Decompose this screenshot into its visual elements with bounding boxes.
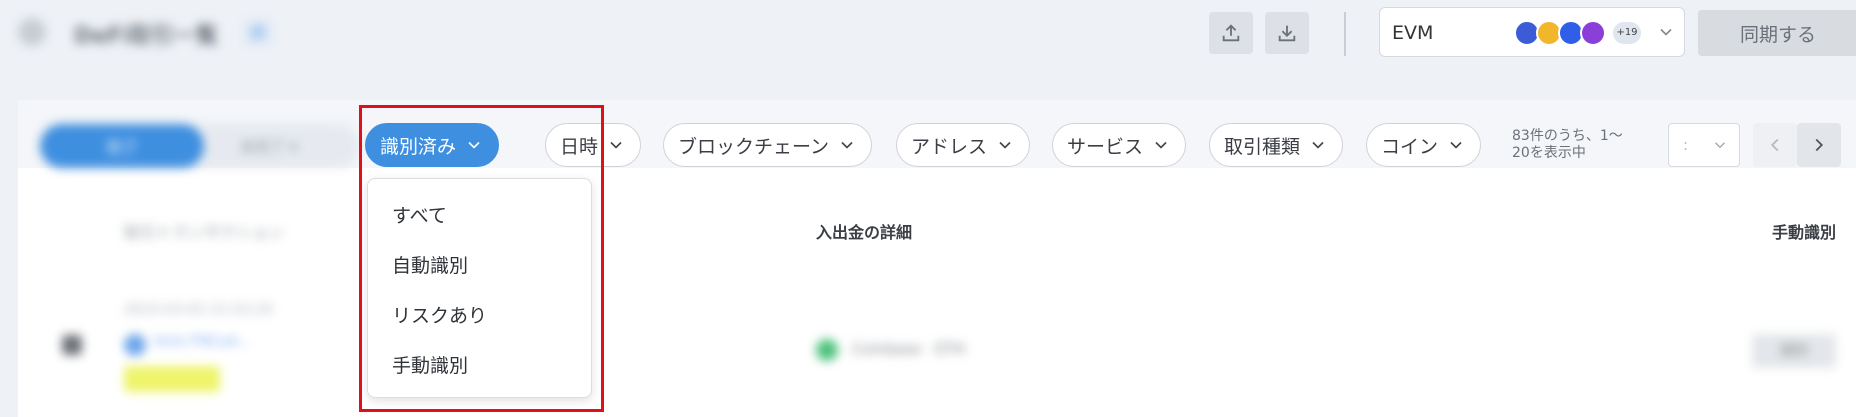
- back-icon[interactable]: [18, 18, 46, 46]
- page-size-select[interactable]: :: [1668, 123, 1740, 167]
- row-tag: [124, 366, 220, 392]
- table-area: [18, 168, 1856, 417]
- column-header-transaction: 取引トランザクション: [124, 223, 285, 242]
- filter-label: 取引種類: [1224, 135, 1301, 158]
- title-badge: β: [246, 22, 271, 43]
- next-page-button[interactable]: [1797, 123, 1841, 167]
- filter-blockchain[interactable]: ブロックチェーン: [663, 123, 873, 167]
- page-size-value: :: [1683, 136, 1689, 154]
- more-chains-badge: +19: [1613, 22, 1641, 44]
- polygon-icon: [1580, 20, 1606, 46]
- filter-label: コイン: [1381, 135, 1439, 158]
- filter-transaction-type[interactable]: 取引種類: [1209, 123, 1344, 167]
- chevron-right-icon: [1815, 138, 1824, 152]
- status-tabs[interactable]: 完了 未完了 ▾: [40, 124, 360, 168]
- row-address[interactable]: 0x5c7f9Ca4...: [154, 334, 251, 350]
- chevron-down-icon: [1714, 142, 1726, 149]
- chain-selector[interactable]: EVM +19: [1379, 7, 1685, 57]
- highlight-box: [359, 105, 604, 412]
- upload-icon: [1222, 24, 1240, 42]
- filter-label: ブロックチェーン: [678, 135, 830, 158]
- filter-label: サービス: [1067, 135, 1144, 158]
- result-count: 83件のうち、1〜 20を表示中: [1512, 128, 1652, 162]
- download-icon: [1278, 25, 1296, 42]
- chevron-down-icon: [841, 141, 853, 149]
- identify-button[interactable]: 識別: [1752, 334, 1836, 368]
- upload-button[interactable]: [1209, 12, 1253, 54]
- top-bar: DeFi取引一覧 β EVM +19 同期する: [0, 0, 1856, 100]
- row-expand-icon[interactable]: [62, 335, 82, 355]
- chevron-down-icon: [1450, 141, 1462, 149]
- chevron-down-icon: [1155, 141, 1167, 149]
- download-button[interactable]: [1265, 12, 1309, 54]
- tab-completed[interactable]: 完了: [40, 124, 204, 168]
- filter-service[interactable]: サービス: [1052, 123, 1187, 167]
- result-count-line1: 83件のうち、1〜: [1512, 128, 1623, 144]
- sync-button[interactable]: 同期する: [1698, 10, 1856, 56]
- chevron-down-icon: [1312, 141, 1324, 149]
- chevron-down-icon: [999, 141, 1011, 149]
- filter-label: アドレス: [911, 135, 988, 158]
- filter-coin[interactable]: コイン: [1366, 123, 1482, 167]
- filter-address[interactable]: アドレス: [896, 123, 1031, 167]
- page-title: DeFi取引一覧: [74, 24, 218, 49]
- row-date: 2023-03-02 21:53:24: [124, 302, 273, 318]
- chain-selector-label: EVM: [1392, 22, 1434, 44]
- result-count-line2: 20を表示中: [1512, 145, 1586, 161]
- column-header-manual: 手動識別: [1772, 223, 1837, 242]
- address-avatar: [124, 334, 146, 356]
- identify-button-label: 識別: [1780, 343, 1808, 359]
- chevron-left-icon: [1770, 138, 1779, 152]
- chevron-down-icon: [1660, 28, 1672, 36]
- row-detail: Coinbase · ETH: [852, 340, 966, 358]
- header-divider: [1344, 12, 1346, 56]
- service-icon: [816, 339, 838, 361]
- column-header-details: 入出金の詳細: [816, 223, 913, 242]
- tab-incomplete[interactable]: 未完了 ▾: [240, 136, 297, 157]
- prev-page-button[interactable]: [1753, 123, 1797, 167]
- chevron-down-icon: [610, 141, 622, 149]
